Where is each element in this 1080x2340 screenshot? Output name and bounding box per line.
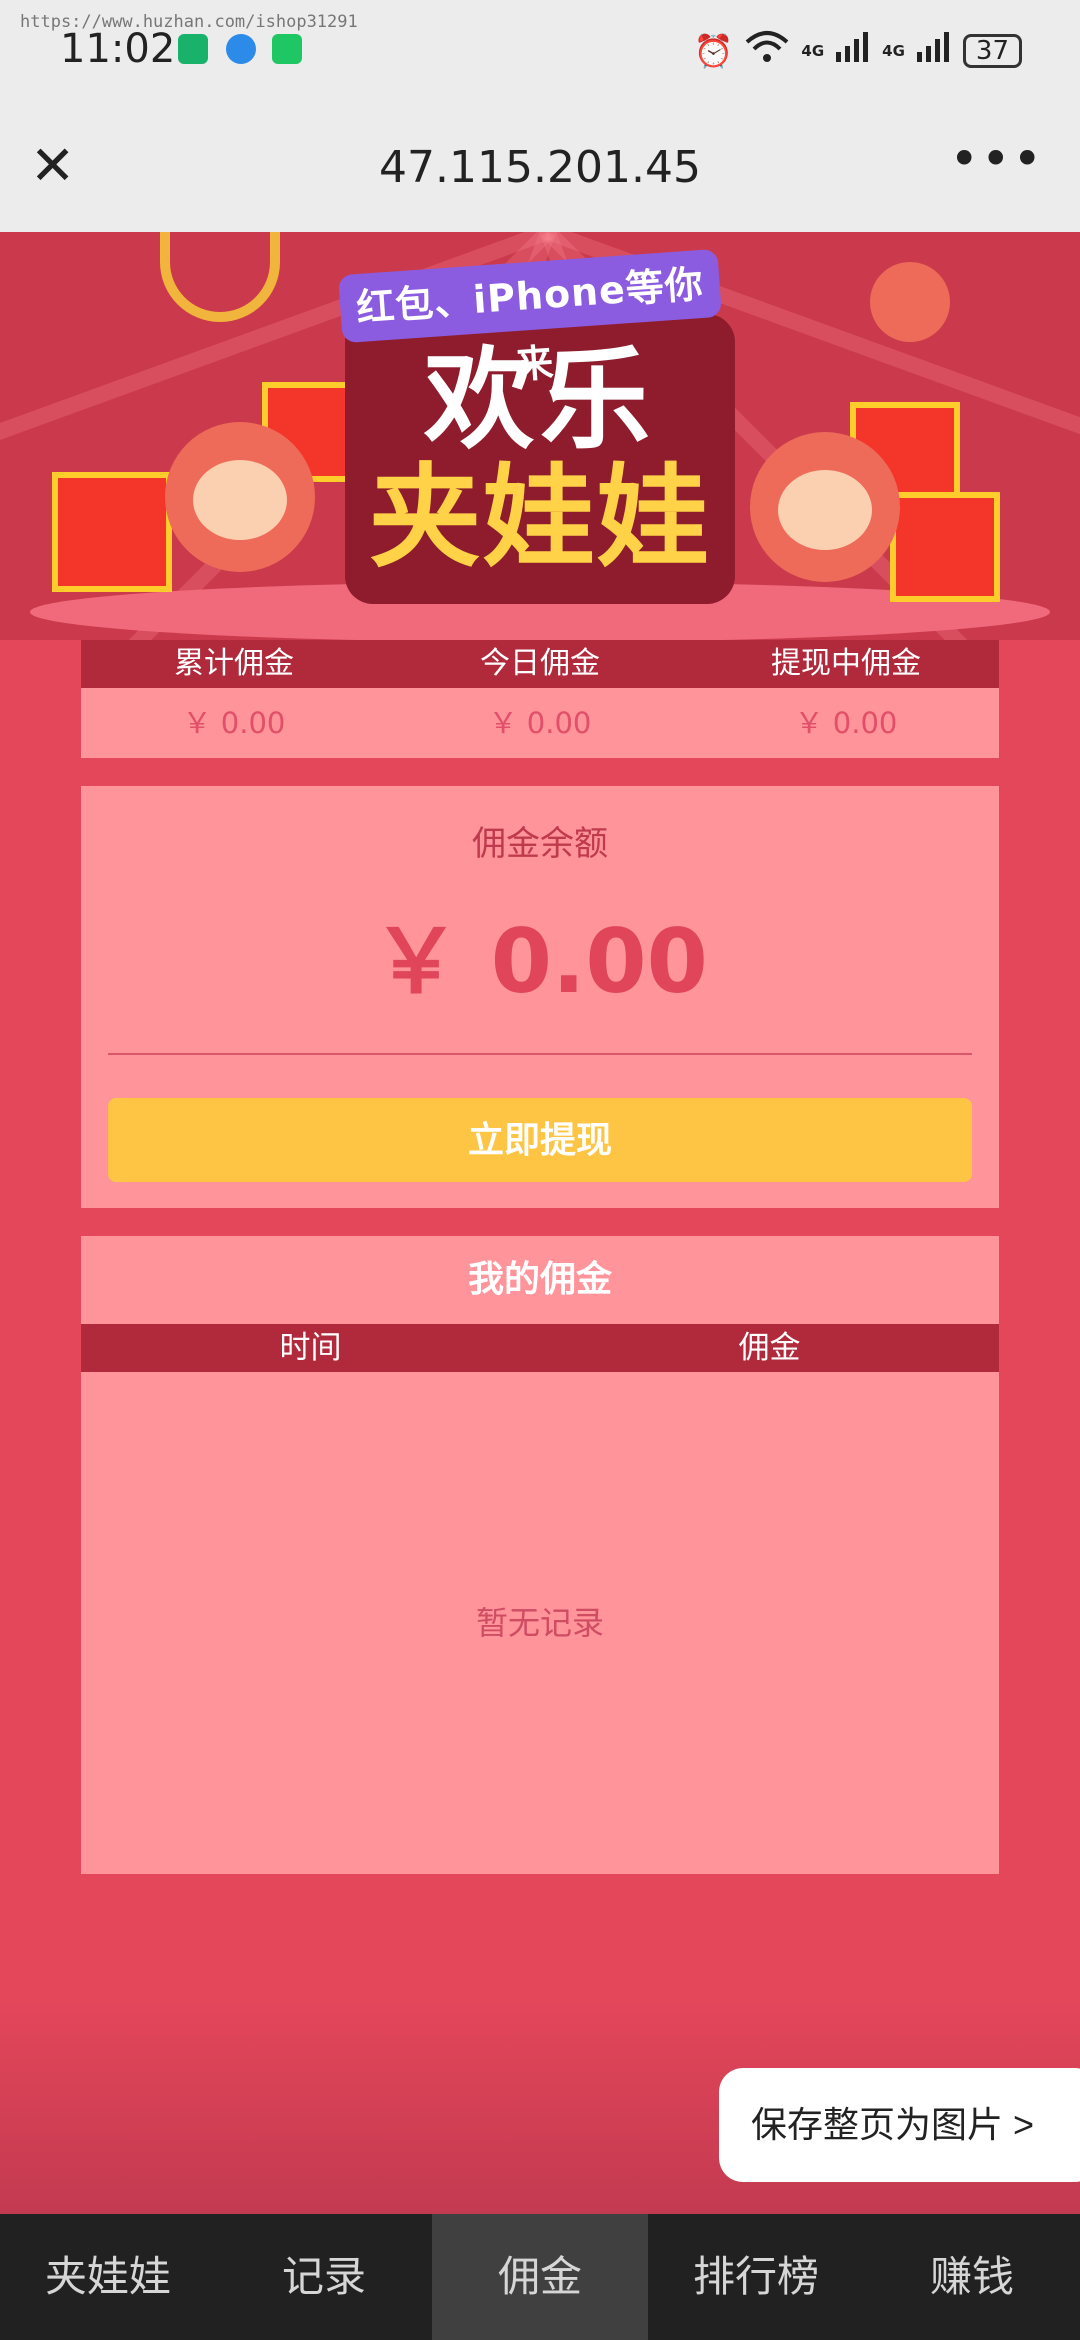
stats-header-row: 累计佣金 今日佣金 提现中佣金 xyxy=(81,640,999,688)
battery-indicator: 37 xyxy=(962,34,1022,68)
url-watermark: https://www.huzhan.com/ishop31291 xyxy=(20,12,358,32)
nav-item-claw-doll[interactable]: 夹娃娃 xyxy=(0,2214,216,2340)
nav-item-commission[interactable]: 佣金 xyxy=(432,2214,648,2340)
promo-banner: 红包、iPhone等你来 欢乐 夹娃娃 xyxy=(0,232,1080,640)
page-title: 47.115.201.45 xyxy=(379,142,701,193)
stats-header-withdrawing: 提现中佣金 xyxy=(771,646,921,681)
more-icon[interactable]: ••• xyxy=(950,130,1044,188)
stats-value-today: ￥ 0.00 xyxy=(488,706,592,740)
records-column-commission: 佣金 xyxy=(738,1330,801,1366)
records-title: 我的佣金 xyxy=(467,1259,612,1300)
browser-top-bar: ✕ 47.115.201.45 ••• xyxy=(0,100,1080,232)
browser-app-icon xyxy=(226,34,256,64)
balance-amount: ￥ 0.00 xyxy=(372,910,708,1013)
gift-box-icon xyxy=(52,472,172,592)
nav-item-leaderboard[interactable]: 排行榜 xyxy=(648,2214,864,2340)
bottom-nav: 夹娃娃 记录 佣金 排行榜 赚钱 xyxy=(0,2214,1080,2340)
stats-value-withdrawing: ￥ 0.00 xyxy=(794,706,898,740)
nav-item-earn-money[interactable]: 赚钱 xyxy=(864,2214,1080,2340)
hourglass-app-icon xyxy=(178,34,208,64)
alarm-icon: ⏰ xyxy=(693,32,734,70)
signal-icon xyxy=(836,32,870,70)
records-header-row: 时间 佣金 xyxy=(81,1324,999,1372)
network-type-1: 4G xyxy=(801,41,825,60)
monkey-mascot-icon xyxy=(750,432,900,582)
empty-state-text: 暂无记录 xyxy=(475,1604,604,1642)
status-time: 11:02 xyxy=(60,26,176,72)
iqiyi-app-icon xyxy=(272,34,302,64)
banner-title-line2: 夹娃娃 xyxy=(369,453,711,583)
records-column-time: 时间 xyxy=(279,1330,342,1366)
wifi-icon xyxy=(745,30,789,72)
nav-item-records[interactable]: 记录 xyxy=(216,2214,432,2340)
balance-panel: 佣金余额 ￥ 0.00 立即提现 xyxy=(81,786,999,1208)
commission-stats: 累计佣金 今日佣金 提现中佣金 ￥ 0.00 ￥ 0.00 ￥ 0.00 xyxy=(81,640,999,758)
stats-value-row: ￥ 0.00 ￥ 0.00 ￥ 0.00 xyxy=(81,688,999,758)
stats-header-today: 今日佣金 xyxy=(480,646,600,681)
gift-box-icon xyxy=(890,492,1000,602)
signal-icon xyxy=(916,32,951,70)
banner-title-line1: 欢乐 xyxy=(424,336,656,464)
network-type-2: 4G xyxy=(882,41,905,60)
balance-label: 佣金余额 xyxy=(472,824,608,864)
commission-records: 我的佣金 时间 佣金 暂无记录 xyxy=(81,1236,999,1874)
stats-value-total: ￥ 0.00 xyxy=(182,706,286,740)
stats-header-total: 累计佣金 xyxy=(174,646,294,681)
withdraw-button[interactable]: 立即提现 xyxy=(108,1098,972,1182)
divider xyxy=(108,1053,972,1055)
claw-icon xyxy=(160,232,280,322)
monkey-mascot-icon xyxy=(165,422,315,572)
save-page-as-image-button[interactable]: 保存整页为图片 > xyxy=(719,2068,1080,2182)
monkey-mascot-icon xyxy=(870,262,950,342)
